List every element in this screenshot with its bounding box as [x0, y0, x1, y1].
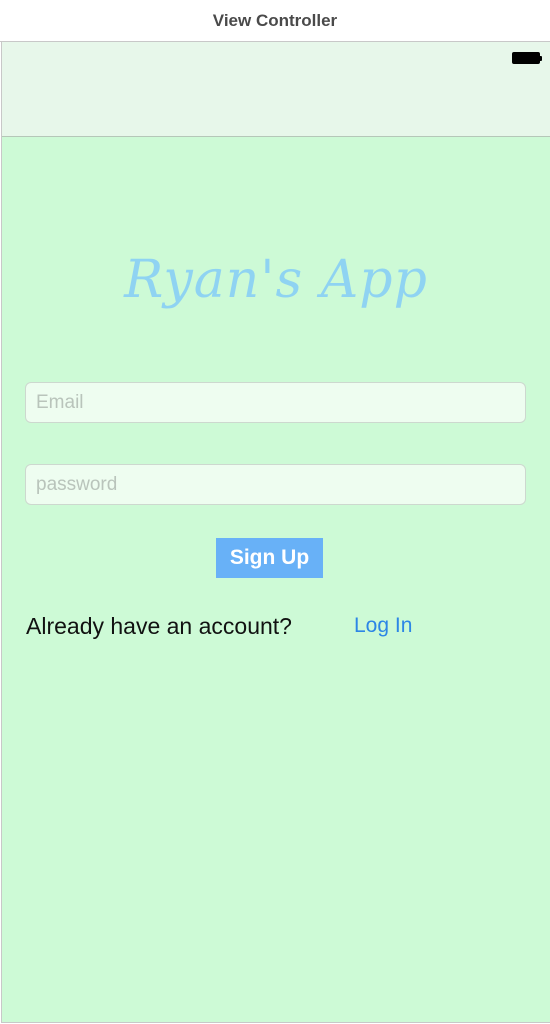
- log-in-link[interactable]: Log In: [354, 614, 412, 638]
- password-field[interactable]: [25, 464, 526, 505]
- window-title: View Controller: [212, 10, 338, 30]
- account-prompt: Already have an account?: [26, 613, 292, 639]
- app-title: Ryan's App: [124, 250, 428, 310]
- device-screen: Ryan's App Sign Up Already have an accou…: [1, 42, 550, 1023]
- sign-up-button[interactable]: Sign Up: [216, 538, 323, 578]
- navigation-bar: [2, 42, 550, 137]
- battery-icon: [512, 52, 542, 64]
- window-title-bar: View Controller: [0, 0, 550, 42]
- email-field[interactable]: [25, 382, 526, 423]
